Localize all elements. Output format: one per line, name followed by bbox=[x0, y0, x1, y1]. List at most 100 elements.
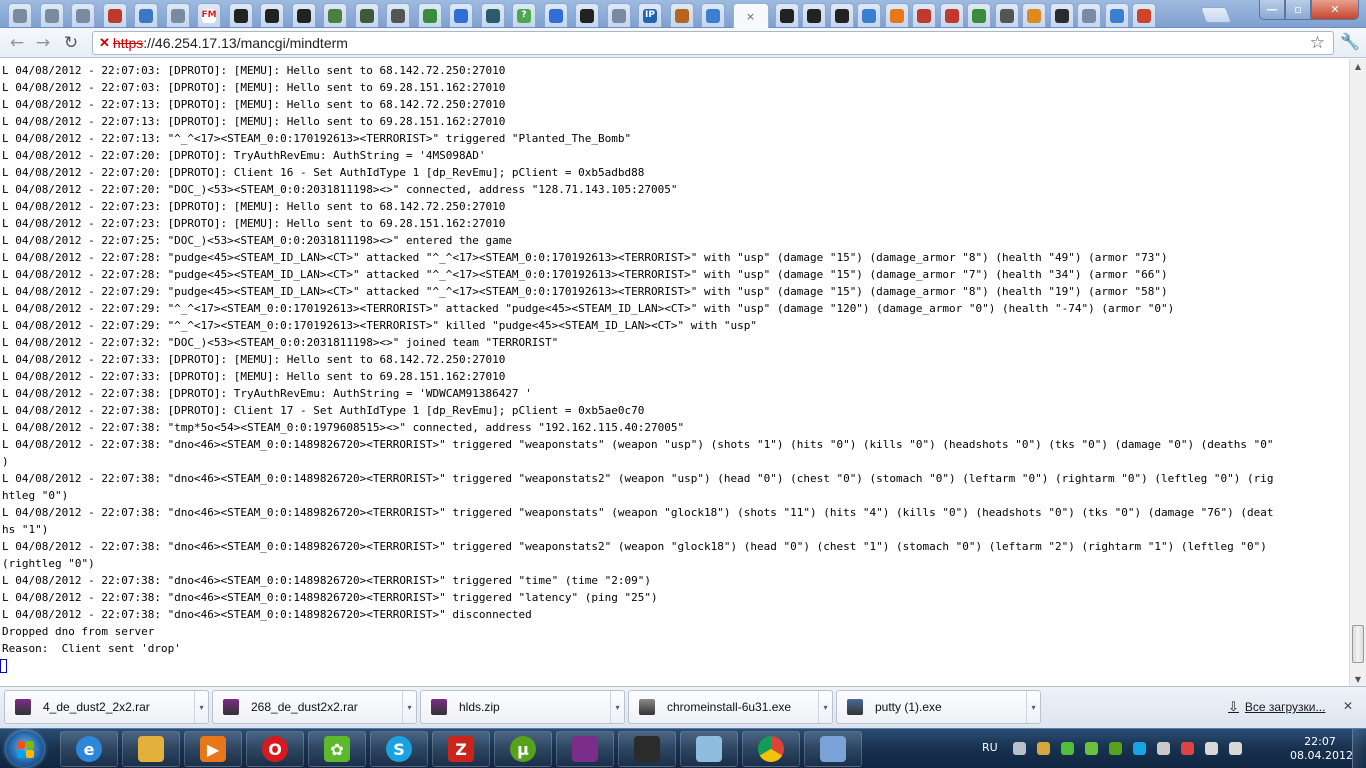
terminal-line: L 04/08/2012 - 22:07:32: "DOC_)<53><STEA… bbox=[2, 336, 559, 349]
terminal-line: L 04/08/2012 - 22:07:20: [DPROTO]: Clien… bbox=[2, 166, 645, 179]
download-item[interactable]: 268_de_dust2x2.rar ▾ bbox=[212, 690, 417, 724]
system-clock[interactable]: 22:07 08.04.2012 bbox=[1290, 735, 1353, 763]
browser-tab[interactable] bbox=[857, 3, 881, 27]
terminal-line: L 04/08/2012 - 22:07:28: "pudge<45><STEA… bbox=[2, 268, 1168, 281]
browser-tab[interactable] bbox=[39, 3, 64, 27]
browser-tab[interactable] bbox=[1049, 3, 1074, 27]
browser-tab[interactable] bbox=[228, 3, 253, 27]
maximize-button[interactable]: ▫ bbox=[1285, 0, 1311, 20]
taskbar-app-button[interactable] bbox=[804, 731, 862, 767]
minimize-button[interactable]: — bbox=[1259, 0, 1285, 20]
printer-tray-icon[interactable] bbox=[1013, 742, 1026, 755]
taskbar-app-button[interactable] bbox=[680, 731, 738, 767]
taskbar-app-button[interactable]: ▶ bbox=[184, 731, 242, 767]
battery-tray-icon[interactable] bbox=[1037, 742, 1050, 755]
download-item[interactable]: 4_de_dust2_2x2.rar ▾ bbox=[4, 690, 209, 724]
browser-tab[interactable] bbox=[1077, 3, 1101, 27]
skype-tray-icon[interactable] bbox=[1133, 742, 1146, 755]
scrollbar-thumb[interactable] bbox=[1352, 625, 1364, 663]
chrome-icon bbox=[758, 736, 784, 762]
all-downloads-link[interactable]: ⇩ Все загрузки... bbox=[1228, 699, 1325, 715]
download-menu-chevron-icon[interactable]: ▾ bbox=[818, 691, 832, 723]
forward-button[interactable]: → bbox=[32, 32, 54, 54]
browser-tab[interactable] bbox=[323, 3, 347, 27]
volume-tray-icon[interactable] bbox=[1229, 742, 1242, 755]
browser-tab[interactable] bbox=[71, 3, 95, 27]
browser-tab[interactable] bbox=[701, 3, 725, 27]
browser-tab[interactable] bbox=[774, 3, 799, 27]
show-desktop-button[interactable] bbox=[1352, 729, 1366, 768]
taskbar-app-button[interactable] bbox=[122, 731, 180, 767]
taskbar-app-button[interactable]: ✿ bbox=[308, 731, 366, 767]
browser-tab[interactable] bbox=[165, 3, 190, 27]
taskbar-app-button[interactable]: S bbox=[370, 731, 428, 767]
browser-tab[interactable] bbox=[606, 3, 631, 27]
download-menu-chevron-icon[interactable]: ▾ bbox=[402, 691, 416, 723]
browser-tab[interactable]: IP bbox=[638, 3, 662, 27]
winrar-icon bbox=[15, 699, 31, 715]
download-menu-chevron-icon[interactable]: ▾ bbox=[194, 691, 208, 723]
language-indicator[interactable]: RU bbox=[982, 741, 998, 754]
utorrent-tray-icon[interactable] bbox=[1109, 742, 1122, 755]
browser-tab[interactable] bbox=[967, 3, 991, 27]
active-browser-tab[interactable]: × bbox=[732, 3, 769, 28]
taskbar-app-button[interactable]: µ bbox=[494, 731, 552, 767]
terminal-output[interactable]: L 04/08/2012 - 22:07:03: [DPROTO]: [MEMU… bbox=[0, 59, 1349, 686]
browser-tab[interactable] bbox=[829, 3, 854, 27]
download-item[interactable]: hlds.zip ▾ bbox=[420, 690, 625, 724]
browser-tab[interactable] bbox=[543, 3, 568, 27]
reload-button[interactable]: ↻ bbox=[60, 32, 82, 54]
browser-tab[interactable] bbox=[417, 3, 442, 27]
security-tray-icon[interactable] bbox=[1061, 742, 1074, 755]
terminal-scrollbar[interactable]: ▲ ▼ bbox=[1349, 59, 1366, 686]
download-menu-chevron-icon[interactable]: ▾ bbox=[1026, 691, 1040, 723]
browser-tab[interactable] bbox=[480, 3, 505, 27]
new-tab-button[interactable] bbox=[1200, 7, 1232, 23]
browser-tab[interactable] bbox=[1022, 3, 1046, 27]
browser-tab[interactable] bbox=[134, 3, 158, 27]
start-button[interactable] bbox=[6, 731, 44, 767]
close-tab-icon[interactable]: × bbox=[746, 10, 755, 23]
address-bar[interactable]: ✕ https://46.254.17.13/mancgi/mindterm ☆ bbox=[92, 31, 1334, 55]
scroll-up-icon[interactable]: ▲ bbox=[1350, 59, 1366, 73]
download-item[interactable]: putty (1).exe ▾ bbox=[836, 690, 1041, 724]
browser-tab[interactable] bbox=[939, 3, 964, 27]
download-item[interactable]: chromeinstall-6u31.exe ▾ bbox=[628, 690, 833, 724]
close-window-button[interactable]: ✕ bbox=[1311, 0, 1359, 20]
taskbar-app-button[interactable] bbox=[742, 731, 800, 767]
taskbar-app-button[interactable] bbox=[556, 731, 614, 767]
browser-tab[interactable]: ? bbox=[512, 3, 536, 27]
network-tray-icon[interactable] bbox=[1181, 742, 1194, 755]
browser-tab[interactable] bbox=[386, 3, 410, 27]
wrench-menu-icon[interactable]: 🔧 bbox=[1340, 32, 1360, 51]
steam-tray-icon[interactable] bbox=[1157, 742, 1170, 755]
download-menu-chevron-icon[interactable]: ▾ bbox=[610, 691, 624, 723]
browser-tab[interactable]: FM bbox=[197, 3, 221, 27]
browser-tab[interactable] bbox=[575, 3, 599, 27]
browser-tab[interactable] bbox=[669, 3, 694, 27]
browser-tab[interactable] bbox=[1132, 3, 1156, 27]
taskbar-app-button[interactable]: O bbox=[246, 731, 304, 767]
browser-tab[interactable] bbox=[884, 3, 909, 27]
browser-tab[interactable] bbox=[8, 3, 32, 27]
scroll-down-icon[interactable]: ▼ bbox=[1350, 672, 1366, 686]
terminal-line: L 04/08/2012 - 22:07:38: "tmp*5o<54><STE… bbox=[2, 421, 685, 434]
back-button[interactable]: ← bbox=[6, 32, 28, 54]
taskbar-app-button[interactable]: e bbox=[60, 731, 118, 767]
browser-tab[interactable] bbox=[994, 3, 1019, 27]
icq-tray-icon[interactable] bbox=[1085, 742, 1098, 755]
browser-tab[interactable] bbox=[291, 3, 316, 27]
bookmark-star-icon[interactable]: ☆ bbox=[1310, 33, 1325, 53]
winrar-icon bbox=[431, 699, 447, 715]
browser-tab[interactable] bbox=[354, 3, 379, 27]
close-download-bar-icon[interactable]: ✕ bbox=[1343, 699, 1353, 713]
flag-tray-icon[interactable] bbox=[1205, 742, 1218, 755]
browser-tab[interactable] bbox=[912, 3, 936, 27]
browser-tab[interactable] bbox=[260, 3, 284, 27]
browser-tab[interactable] bbox=[1104, 3, 1129, 27]
browser-tab[interactable] bbox=[449, 3, 473, 27]
taskbar-app-button[interactable] bbox=[618, 731, 676, 767]
browser-tab[interactable] bbox=[802, 3, 826, 27]
taskbar-app-button[interactable]: Z bbox=[432, 731, 490, 767]
browser-tab[interactable] bbox=[102, 3, 127, 27]
